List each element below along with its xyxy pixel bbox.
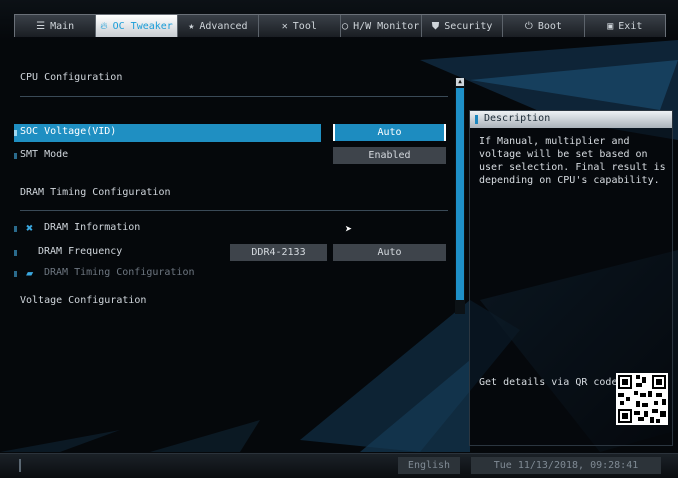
qr-code-icon [616, 373, 668, 425]
divider [20, 96, 448, 97]
tab-boot[interactable]: ⏻ Boot [503, 15, 585, 37]
monitor-icon: ◯ [342, 20, 349, 32]
shield-icon: ⛊ [431, 20, 440, 32]
tab-tool[interactable]: ✕ Tool [259, 15, 341, 37]
description-text: If Manual, multiplier and voltage will b… [479, 136, 666, 186]
row-marker [14, 226, 17, 232]
status-bar: English Tue 11/13/2018, 09:28:41 [0, 453, 678, 478]
exit-icon: ▣ [607, 20, 614, 32]
tab-oc-tweaker[interactable]: 🔥︎ OC Tweaker [96, 15, 178, 37]
scrollbar-thumb[interactable] [456, 88, 464, 300]
tools-icon: ✖ [26, 221, 34, 235]
mouse-pointer-icon: ➤ [345, 222, 353, 236]
tab-bar: ☰ Main 🔥︎ OC Tweaker ★ Advanced ✕ Tool ◯ H/W … [14, 14, 666, 37]
qr-label: Get details via QR code [479, 377, 618, 388]
soc-voltage-label: SOC Voltage(VID) [20, 126, 117, 137]
dram-frequency-current: DDR4-2133 [230, 244, 327, 261]
section-heading-cpu: CPU Configuration [20, 72, 123, 83]
flame-icon: 🔥︎ [100, 20, 108, 32]
divider [20, 210, 448, 211]
scrollbar[interactable]: ▲ [455, 78, 465, 314]
smt-mode-label: SMT Mode [20, 149, 69, 160]
section-heading-voltage: Voltage Configuration [20, 295, 147, 306]
dram-timing-config-row[interactable]: ▰ DRAM Timing Configuration [14, 265, 448, 283]
dram-timing-config-label: DRAM Timing Configuration [44, 267, 195, 278]
row-marker [14, 250, 17, 256]
smt-mode-value-button[interactable]: Enabled [333, 147, 446, 164]
tab-exit[interactable]: ▣ Exit [585, 15, 665, 37]
dram-frequency-row[interactable]: DRAM Frequency DDR4-2133 Auto [14, 244, 448, 262]
row-marker [14, 271, 17, 277]
dram-frequency-label: DRAM Frequency [38, 246, 123, 257]
folder-icon: ▰ [26, 266, 34, 280]
power-icon: ⏻ [524, 20, 533, 32]
description-header: Description [470, 111, 672, 128]
row-marker [14, 153, 17, 159]
list-icon: ☰ [36, 20, 46, 32]
scroll-up-arrow-icon[interactable]: ▲ [456, 78, 464, 86]
soc-voltage-value-button[interactable]: Auto [333, 124, 446, 141]
tools-icon: ✕ [281, 20, 288, 32]
description-title: Description [484, 113, 551, 124]
language-selector[interactable]: English [398, 457, 460, 474]
tab-advanced[interactable]: ★ Advanced [178, 15, 260, 37]
header-marker [475, 115, 478, 124]
dram-frequency-value-button[interactable]: Auto [333, 244, 446, 261]
tab-hw-monitor[interactable]: ◯ H/W Monitor [341, 15, 422, 37]
row-marker [14, 130, 17, 136]
smt-mode-row[interactable]: SMT Mode Enabled [14, 147, 448, 165]
star-icon: ★ [188, 20, 195, 32]
date-time: Tue 11/13/2018, 09:28:41 [471, 457, 661, 474]
dram-information-row[interactable]: ✖ DRAM Information [14, 220, 448, 238]
status-marker [19, 459, 21, 472]
soc-voltage-row[interactable]: SOC Voltage(VID) [14, 124, 321, 142]
top-navigation: ☰ Main 🔥︎ OC Tweaker ★ Advanced ✕ Tool ◯ H/W … [0, 0, 678, 40]
tab-security[interactable]: ⛊ Security [422, 15, 504, 37]
section-heading-dram-timing: DRAM Timing Configuration [20, 187, 171, 198]
tab-main[interactable]: ☰ Main [15, 15, 97, 37]
description-panel: Description If Manual, multiplier and vo… [469, 110, 673, 446]
dram-information-label: DRAM Information [44, 222, 141, 233]
